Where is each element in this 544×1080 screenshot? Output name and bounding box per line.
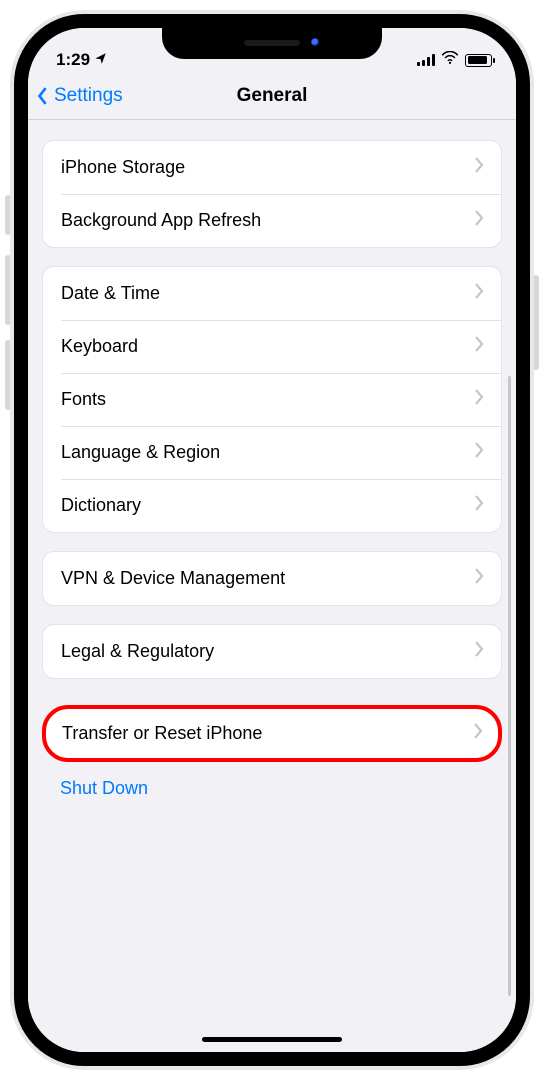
row-iphone-storage[interactable]: iPhone Storage [43, 141, 501, 194]
row-background-app-refresh[interactable]: Background App Refresh [43, 194, 501, 247]
group-input-locale: Date & Time Keyboard Fonts Language & Re… [42, 266, 502, 533]
nav-bar: Settings General [28, 72, 516, 120]
group-vpn: VPN & Device Management [42, 551, 502, 606]
row-legal-regulatory[interactable]: Legal & Regulatory [43, 625, 501, 678]
back-label: Settings [54, 85, 123, 107]
row-label: Language & Region [61, 442, 220, 463]
chevron-right-icon [473, 156, 485, 179]
row-label: iPhone Storage [61, 157, 185, 178]
home-indicator[interactable] [202, 1037, 342, 1042]
vertical-scrollbar[interactable] [508, 376, 511, 996]
row-keyboard[interactable]: Keyboard [43, 320, 501, 373]
status-right [417, 50, 492, 70]
row-label: Fonts [61, 389, 106, 410]
volume-down-button [5, 340, 11, 410]
wifi-icon [441, 50, 459, 70]
status-time-area: 1:29 [56, 50, 107, 70]
row-label: Keyboard [61, 336, 138, 357]
device-speaker [244, 40, 300, 46]
row-transfer-or-reset-iphone[interactable]: Transfer or Reset iPhone [46, 709, 498, 758]
chevron-right-icon [473, 567, 485, 590]
row-label: Background App Refresh [61, 210, 261, 231]
power-button [533, 275, 539, 370]
device-frame: 1:29 Settings General [14, 14, 530, 1066]
status-time: 1:29 [56, 50, 90, 70]
row-fonts[interactable]: Fonts [43, 373, 501, 426]
group-storage: iPhone Storage Background App Refresh [42, 140, 502, 248]
row-label: Date & Time [61, 283, 160, 304]
chevron-right-icon [473, 640, 485, 663]
chevron-right-icon [472, 722, 484, 745]
row-date-time[interactable]: Date & Time [43, 267, 501, 320]
chevron-right-icon [473, 494, 485, 517]
device-notch [162, 26, 382, 59]
group-legal: Legal & Regulatory [42, 624, 502, 679]
chevron-right-icon [473, 282, 485, 305]
highlight-annotation: Transfer or Reset iPhone [42, 705, 502, 762]
row-dictionary[interactable]: Dictionary [43, 479, 501, 532]
chevron-right-icon [473, 441, 485, 464]
chevron-right-icon [473, 335, 485, 358]
mute-switch [5, 195, 11, 235]
row-label: Dictionary [61, 495, 141, 516]
chevron-right-icon [473, 209, 485, 232]
cellular-icon [417, 54, 435, 66]
settings-content[interactable]: iPhone Storage Background App Refresh Da… [28, 140, 516, 811]
row-language-region[interactable]: Language & Region [43, 426, 501, 479]
row-vpn-device-management[interactable]: VPN & Device Management [43, 552, 501, 605]
volume-up-button [5, 255, 11, 325]
row-shut-down[interactable]: Shut Down [42, 766, 502, 811]
row-label: VPN & Device Management [61, 568, 285, 589]
row-label: Transfer or Reset iPhone [62, 723, 262, 744]
chevron-right-icon [473, 388, 485, 411]
screen: 1:29 Settings General [28, 28, 516, 1052]
location-icon [94, 50, 107, 70]
back-button[interactable]: Settings [36, 85, 123, 107]
row-label: Legal & Regulatory [61, 641, 214, 662]
battery-icon [465, 54, 492, 67]
row-label: Shut Down [60, 778, 148, 798]
chevron-left-icon [36, 85, 50, 107]
